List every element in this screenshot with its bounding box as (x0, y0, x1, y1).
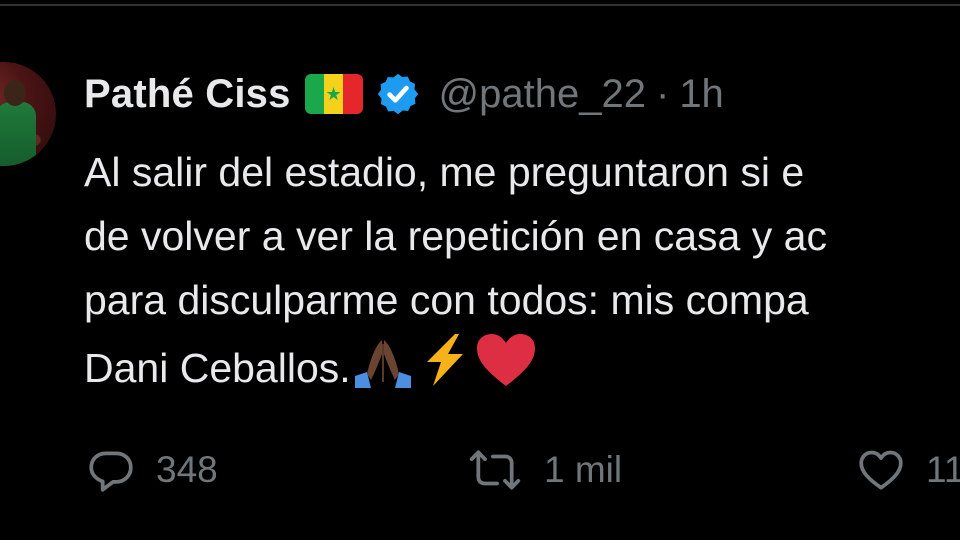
avatar-jersey (0, 102, 36, 166)
tweet-text-last-line: Dani Ceballos. (84, 332, 960, 400)
avatar-head (4, 80, 26, 106)
retweet-button[interactable]: 1 mil (464, 440, 622, 500)
tweet-timestamp[interactable]: 1h (679, 72, 724, 117)
retweet-count: 1 mil (544, 449, 623, 490)
lightning-bolt-emoji-icon (426, 334, 463, 386)
tweet-text-line: para disculparme con todos: mis compa (84, 277, 809, 323)
tweet-text-line: Al salir del estadio, me preguntaron si … (84, 149, 805, 195)
tweet-text-line: de volver a ver la repetición en casa y … (84, 213, 827, 259)
avatar[interactable] (0, 62, 56, 166)
folded-hands-emoji-icon (354, 340, 411, 388)
header-separator: · (655, 71, 670, 116)
like-count: 11 (926, 449, 960, 490)
top-divider (0, 4, 960, 6)
tweet-text-line: Dani Ceballos. (84, 345, 351, 391)
tweet-actions: 348 1 mil 11 (84, 440, 960, 500)
tweet-header: Pathé Ciss ★ @pathe_22 · 1h (84, 66, 724, 122)
heart-icon (859, 450, 903, 490)
user-handle[interactable]: @pathe_22 (439, 72, 646, 117)
like-button[interactable]: 11 (854, 440, 960, 500)
display-name[interactable]: Pathé Ciss (84, 72, 291, 117)
reply-button[interactable]: 348 (84, 440, 218, 500)
retweet-icon (469, 450, 521, 490)
verified-badge-icon[interactable] (375, 71, 421, 117)
senegal-flag-icon: ★ (304, 74, 363, 114)
reply-count: 348 (156, 449, 218, 490)
red-heart-emoji-icon (476, 334, 535, 386)
tweet-text: Al salir del estadio, me preguntaron si … (84, 140, 960, 400)
reply-icon (89, 451, 133, 492)
